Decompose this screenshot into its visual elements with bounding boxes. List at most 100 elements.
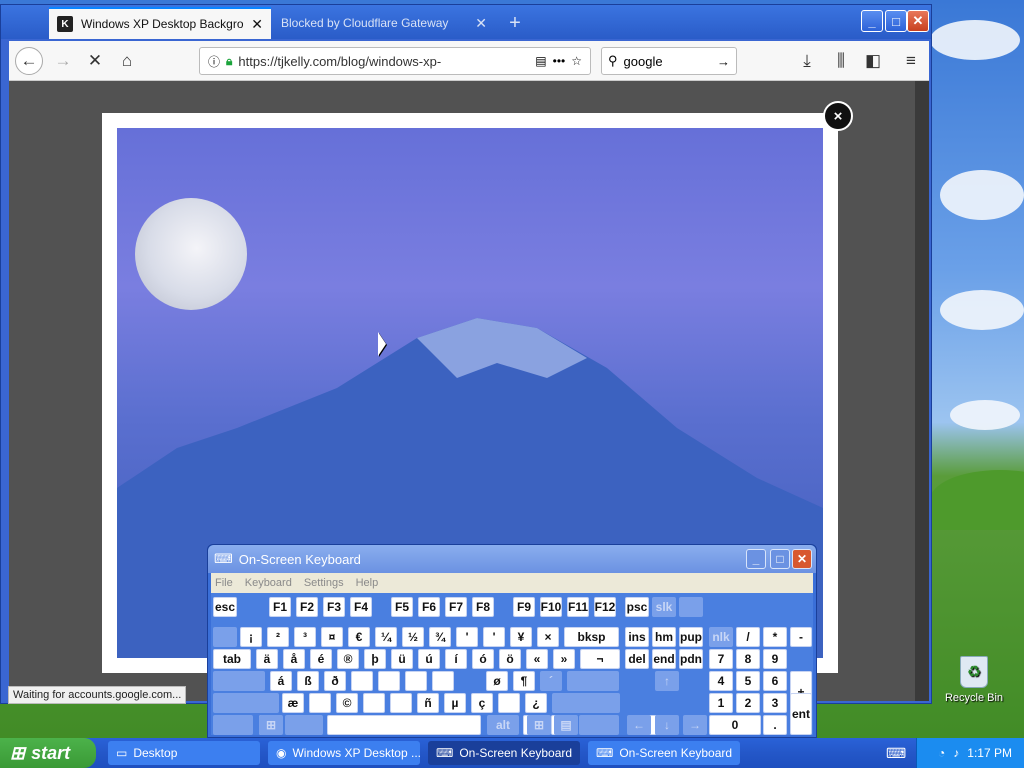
right-arrow-key[interactable]: →	[683, 715, 707, 735]
key-€[interactable]: €	[348, 627, 370, 647]
close-button[interactable]: ✕	[907, 10, 929, 32]
key-F10[interactable]: F10	[540, 597, 562, 617]
key-end[interactable]: end	[652, 649, 676, 669]
key-³[interactable]: ³	[294, 627, 316, 647]
key-blank[interactable]	[213, 627, 237, 647]
windows-key-icon[interactable]: ⊞	[527, 715, 551, 735]
key-F7[interactable]: F7	[445, 597, 467, 617]
key-blank[interactable]	[679, 597, 703, 617]
key-pup[interactable]: pup	[679, 627, 703, 647]
key-3[interactable]: 3	[763, 693, 787, 713]
key-¶[interactable]: ¶	[513, 671, 535, 691]
start-button[interactable]: ⊞ start	[0, 738, 96, 768]
key-©[interactable]: ©	[336, 693, 358, 713]
taskbar-item-osk-2[interactable]: ⌨ On-Screen Keyboard	[588, 741, 740, 765]
search-go-icon[interactable]: →	[717, 54, 730, 69]
key-ä[interactable]: ä	[256, 649, 278, 669]
key-bksp[interactable]: bksp	[564, 627, 619, 647]
key-2[interactable]: 2	[736, 693, 760, 713]
key-blank[interactable]	[579, 715, 619, 735]
home-icon[interactable]: ⌂	[113, 47, 141, 75]
key-²[interactable]: ²	[267, 627, 289, 647]
library-icon[interactable]: ⫼	[827, 47, 855, 75]
menu-key-icon[interactable]: ▤	[554, 715, 578, 735]
key-å[interactable]: å	[283, 649, 305, 669]
key--[interactable]: -	[790, 627, 812, 647]
key-ú[interactable]: ú	[418, 649, 440, 669]
key-blank[interactable]	[327, 715, 481, 735]
key-¿[interactable]: ¿	[525, 693, 547, 713]
key-F12[interactable]: F12	[594, 597, 616, 617]
network-tray-icon[interactable]: ◔	[938, 746, 945, 760]
key-*[interactable]: *	[763, 627, 787, 647]
key-¾[interactable]: ¾	[429, 627, 451, 647]
key-pdn[interactable]: pdn	[679, 649, 703, 669]
key-esc[interactable]: esc	[213, 597, 237, 617]
menu-icon[interactable]: ≡	[897, 47, 925, 75]
minimize-button[interactable]: _	[861, 10, 883, 32]
key-hm[interactable]: hm	[652, 627, 676, 647]
osk-maximize-button[interactable]: □	[770, 549, 790, 569]
key-1[interactable]: 1	[709, 693, 733, 713]
key-blank[interactable]	[498, 693, 520, 713]
key-»[interactable]: »	[553, 649, 575, 669]
key-ü[interactable]: ü	[391, 649, 413, 669]
menu-help[interactable]: Help	[356, 577, 379, 589]
key-ins[interactable]: ins	[625, 627, 649, 647]
key-æ[interactable]: æ	[282, 693, 304, 713]
key-þ[interactable]: þ	[364, 649, 386, 669]
key-½[interactable]: ½	[402, 627, 424, 647]
search-input[interactable]: google	[624, 54, 711, 69]
key-F1[interactable]: F1	[269, 597, 291, 617]
key-blank[interactable]	[432, 671, 454, 691]
key-F5[interactable]: F5	[391, 597, 413, 617]
key-F8[interactable]: F8	[472, 597, 494, 617]
key-ó[interactable]: ó	[472, 649, 494, 669]
key-alt[interactable]: alt	[487, 715, 519, 735]
key-ñ[interactable]: ñ	[417, 693, 439, 713]
key-µ[interactable]: µ	[444, 693, 466, 713]
key-ß[interactable]: ß	[297, 671, 319, 691]
key-blank[interactable]	[213, 693, 279, 713]
search-bar[interactable]: ⚲ google →	[601, 47, 737, 75]
windows-key-icon[interactable]: ⊞	[259, 715, 283, 735]
key-'[interactable]: '	[483, 627, 505, 647]
stop-loading-icon[interactable]: ✕	[81, 47, 109, 75]
key-blank[interactable]	[285, 715, 323, 735]
up-arrow-key[interactable]: ↑	[655, 671, 679, 691]
downloads-icon[interactable]: ⤓	[793, 47, 821, 75]
key-F11[interactable]: F11	[567, 597, 589, 617]
key-blank[interactable]	[213, 671, 265, 691]
maximize-button[interactable]: □	[885, 10, 907, 32]
key-á[interactable]: á	[270, 671, 292, 691]
bookmark-star-icon[interactable]: ☆	[571, 54, 582, 68]
key-ö[interactable]: ö	[499, 649, 521, 669]
url-bar[interactable]: ⓘ 🔒︎ https://tjkelly.com/blog/windows-xp…	[199, 47, 591, 75]
key-«[interactable]: «	[526, 649, 548, 669]
key-¡[interactable]: ¡	[240, 627, 262, 647]
key-blank[interactable]	[390, 693, 412, 713]
taskbar-item-desktop[interactable]: ▭ Desktop	[108, 741, 260, 765]
key-F6[interactable]: F6	[418, 597, 440, 617]
key-'[interactable]: '	[456, 627, 478, 647]
down-arrow-key[interactable]: ↓	[655, 715, 679, 735]
key-tab[interactable]: tab	[213, 649, 251, 669]
key-6[interactable]: 6	[763, 671, 787, 691]
reader-view-icon[interactable]: ▤	[535, 54, 546, 68]
forward-button[interactable]: →	[49, 47, 77, 75]
key-F3[interactable]: F3	[323, 597, 345, 617]
key-blank[interactable]	[567, 671, 619, 691]
tab-windows-xp[interactable]: K Windows XP Desktop Backgrounds ✕	[49, 7, 271, 39]
key-blank[interactable]	[552, 693, 620, 713]
key-ð[interactable]: ð	[324, 671, 346, 691]
key-blank[interactable]	[378, 671, 400, 691]
key-í[interactable]: í	[445, 649, 467, 669]
lightbox-close-button[interactable]: ×	[823, 101, 853, 131]
scrollbar[interactable]	[915, 81, 929, 701]
key-4[interactable]: 4	[709, 671, 733, 691]
key-¥[interactable]: ¥	[510, 627, 532, 647]
new-tab-button[interactable]: +	[501, 9, 529, 37]
key-F4[interactable]: F4	[350, 597, 372, 617]
key-5[interactable]: 5	[736, 671, 760, 691]
menu-keyboard[interactable]: Keyboard	[245, 577, 292, 589]
